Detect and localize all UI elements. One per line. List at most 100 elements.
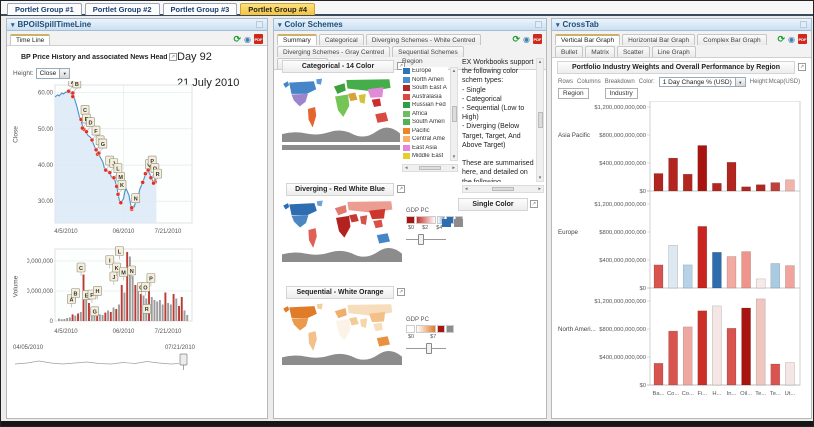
bp-volume-chart[interactable]: 200,000,000100,000,0000ABCEFGHIJKLMNQOPR…: [27, 243, 195, 339]
height-select[interactable]: Close ▼: [36, 68, 71, 79]
portlet-tab-portlet-group-4[interactable]: Portlet Group #4: [240, 3, 315, 15]
scroll-left-icon[interactable]: ◄: [464, 186, 468, 192]
popout-icon[interactable]: ↗: [397, 185, 405, 193]
window-restore-icon[interactable]: [256, 21, 263, 28]
scrollbar-thumb[interactable]: [419, 166, 441, 170]
scrollbar-thumb[interactable]: [452, 106, 457, 122]
crosstab-chips: Region Industry: [558, 88, 638, 99]
portlet-tab-portlet-group-3[interactable]: Portlet Group #3: [163, 3, 238, 15]
chevron-down-icon[interactable]: ▼: [59, 69, 69, 78]
crosstab-chart-title: Portfolio Industry Weights and Overall P…: [557, 61, 795, 74]
scroll-right-icon[interactable]: ►: [452, 165, 456, 171]
collapse-icon[interactable]: ▾: [278, 21, 282, 29]
svg-text:C: C: [79, 266, 83, 272]
legend-item-south-asia: South Asia: [402, 161, 448, 162]
section-header-sequential: Sequential - White Orange: [286, 286, 394, 299]
scroll-down-icon[interactable]: ▼: [452, 154, 456, 160]
pdf-export-icon[interactable]: PDF: [533, 34, 542, 44]
popout-icon[interactable]: ↗: [530, 200, 538, 208]
legend-swatch: [403, 145, 410, 151]
legend-item-middle-east: Middle East: [402, 152, 448, 161]
legend-item-australasia: Australasia: [402, 93, 448, 102]
panel-title-bp: BPOilSpillTimeLine: [18, 20, 92, 29]
collapse-icon[interactable]: ▾: [556, 21, 560, 29]
ct-tab-bullet[interactable]: Bullet: [555, 46, 583, 57]
cs-tab-sequential-schemes[interactable]: Sequential Schemes: [392, 46, 464, 57]
gradient-swatch: [416, 216, 436, 224]
panel-header-bp[interactable]: ▾ BPOilSpillTimeLine: [6, 18, 268, 31]
bp-price-chart[interactable]: 60.0050.0040.0030.00ABCEDFHGIJLMKNQPOR4/…: [27, 81, 195, 239]
breakdown-chip[interactable]: Industry: [605, 88, 638, 99]
collapse-icon[interactable]: ▾: [11, 21, 15, 29]
ct-tab-vertical-bar-graph[interactable]: Vertical Bar Graph: [555, 34, 620, 45]
region-legend-hscrollbar[interactable]: ◄►: [402, 164, 458, 172]
chevron-down-icon[interactable]: ▼: [735, 78, 745, 86]
range-slider-track[interactable]: [13, 351, 195, 376]
svg-text:$800,000,000,000: $800,000,000,000: [599, 327, 646, 333]
slider-handle[interactable]: [418, 234, 424, 245]
refresh-icon[interactable]: ⟳: [233, 35, 241, 44]
scroll-down-icon[interactable]: ▼: [538, 175, 542, 181]
svg-text:K: K: [115, 266, 119, 272]
panel-body-crosstab: Vertical Bar GraphHorizontal Bar GraphCo…: [551, 31, 812, 419]
gradient-swatch: [406, 216, 415, 224]
info-vscrollbar[interactable]: ▲▼: [536, 58, 544, 182]
rows-chip[interactable]: Region: [558, 88, 589, 99]
cs-tab-diverging-schemes-gray-centred[interactable]: Diverging Schemes - Gray Centred: [277, 46, 390, 57]
cs-tab-diverging-schemes-white-centred[interactable]: Diverging Schemes - White Centred: [366, 34, 482, 45]
scroll-up-icon[interactable]: ▲: [452, 68, 456, 74]
svg-text:06/2010: 06/2010: [113, 329, 135, 335]
ct-tab-line-graph[interactable]: Line Graph: [652, 46, 696, 57]
scroll-up-icon[interactable]: ▲: [538, 59, 542, 65]
scroll-left-icon[interactable]: ◄: [404, 165, 408, 171]
region-legend: Region EuropeNorth AmeriSouth East AAust…: [402, 58, 458, 182]
window-restore-icon[interactable]: [800, 21, 807, 28]
price-ax-label: Close: [13, 120, 20, 150]
map-antarctica-strip: [282, 145, 400, 150]
bottom-bar: [1, 421, 813, 426]
record-icon[interactable]: ◉: [523, 35, 530, 44]
scrollbar-thumb[interactable]: [492, 187, 514, 191]
cs-tab-categorical[interactable]: Categorical: [319, 34, 364, 45]
ct-tab-scatter[interactable]: Scatter: [617, 46, 650, 57]
portlet-tab-portlet-group-1[interactable]: Portlet Group #1: [7, 3, 82, 15]
cs-tab-summary[interactable]: Summary: [277, 34, 317, 45]
svg-text:G: G: [93, 310, 97, 316]
region-legend-vscrollbar[interactable]: ▲▼: [450, 67, 458, 161]
window-restore-icon[interactable]: [535, 21, 542, 28]
gradient-swatch: [406, 325, 415, 333]
popout-icon[interactable]: ↗: [169, 53, 177, 61]
popout-icon[interactable]: ↗: [798, 63, 806, 71]
record-icon[interactable]: ◉: [244, 35, 251, 44]
popout-icon[interactable]: ↗: [397, 288, 405, 296]
refresh-icon[interactable]: ⟳: [512, 35, 520, 44]
slider-handle[interactable]: [426, 343, 432, 354]
panel-header-crosstab[interactable]: ▾ CrossTab: [551, 18, 812, 31]
info-hscrollbar[interactable]: ◄►: [462, 185, 544, 193]
scroll-right-icon[interactable]: ►: [538, 186, 542, 192]
svg-text:$400,000,000,000: $400,000,000,000: [599, 355, 646, 361]
legend-item-europe: Europe: [402, 67, 448, 76]
bp-tab-time-line[interactable]: Time Line: [10, 34, 50, 45]
pdf-export-icon[interactable]: PDF: [254, 34, 263, 44]
gdp-legend-title: GDP PC: [406, 317, 468, 323]
crosstab-bar-chart[interactable]: $1,200,000,000,000$800,000,000,000$400,0…: [554, 101, 808, 413]
pdf-export-icon[interactable]: PDF: [798, 34, 807, 44]
ct-tab-matrix[interactable]: Matrix: [585, 46, 615, 57]
legend-swatch: [403, 111, 410, 117]
legend-item-africa: Africa: [402, 110, 448, 119]
refresh-icon[interactable]: ⟳: [777, 35, 785, 44]
portlet-tab-portlet-group-2[interactable]: Portlet Group #2: [85, 3, 160, 15]
ct-tab-complex-bar-graph[interactable]: Complex Bar Graph: [697, 34, 766, 45]
gdp-tick: $7: [430, 334, 436, 340]
ct-tab-horizontal-bar-graph[interactable]: Horizontal Bar Graph: [622, 34, 695, 45]
record-icon[interactable]: ◉: [788, 35, 795, 44]
info-text-box: EX Workbooks support the following color…: [462, 58, 544, 194]
scrollbar-thumb[interactable]: [538, 112, 543, 128]
portlet-tab-bar: Portlet Group #1Portlet Group #2Portlet …: [7, 3, 315, 15]
svg-text:50.00: 50.00: [38, 127, 54, 133]
svg-text:Asia Pacific: Asia Pacific: [558, 132, 590, 139]
color-select[interactable]: 1 Day Change % (USD) ▼: [659, 77, 746, 87]
panel-header-color-schemes[interactable]: ▾ Color Schemes: [273, 18, 547, 31]
svg-text:B: B: [74, 291, 78, 297]
